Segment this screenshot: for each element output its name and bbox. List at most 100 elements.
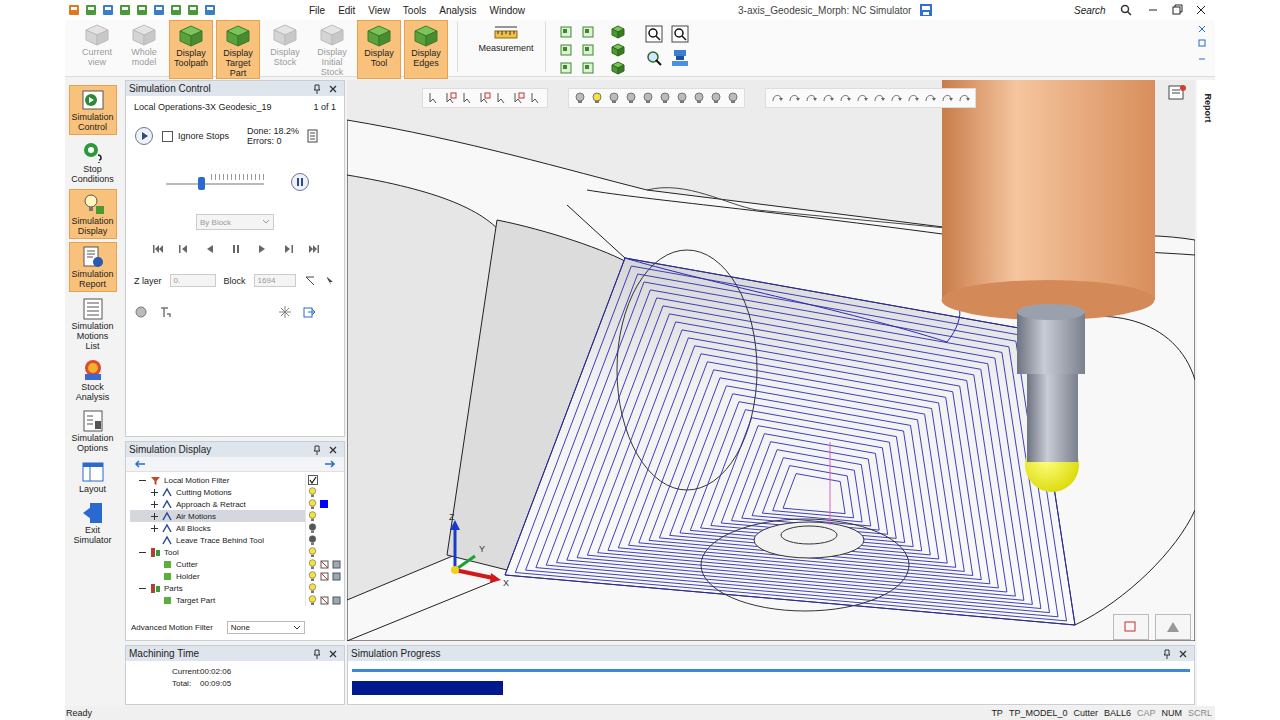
display-tool-icon[interactable]: [692, 91, 706, 105]
visibility-bulb-icon[interactable]: [308, 571, 317, 582]
report-side-tab[interactable]: Report: [1197, 80, 1215, 706]
view-cube-icon[interactable]: [580, 24, 596, 40]
view-tool-icon[interactable]: [957, 91, 971, 105]
first-icon[interactable]: [152, 244, 164, 254]
menu-item[interactable]: Analysis: [439, 5, 476, 16]
ribbon-close-icon[interactable]: [1197, 24, 1207, 34]
tree-row[interactable]: Leave Trace Behind Tool: [130, 534, 344, 546]
view-cube-icon[interactable]: [580, 42, 596, 58]
color-swatch[interactable]: [320, 500, 328, 508]
view-tool-icon[interactable]: [821, 91, 835, 105]
last-icon[interactable]: [308, 244, 320, 254]
visibility-bulb-icon[interactable]: [308, 595, 317, 606]
ribbon-button[interactable]: Display Target Part: [216, 20, 260, 79]
stack-cube-icon[interactable]: [610, 42, 626, 58]
view-cube-icon[interactable]: [558, 42, 574, 58]
tree-row[interactable]: Approach & Retract: [130, 498, 344, 510]
search-field[interactable]: Search: [1071, 3, 1135, 17]
expand-icon[interactable]: [150, 488, 159, 497]
sidebar-item[interactable]: Simulation Control: [69, 85, 117, 135]
layout-save-icon[interactable]: [919, 3, 933, 17]
quick-access-icon[interactable]: [203, 3, 217, 17]
visibility-bulb-icon[interactable]: [308, 535, 317, 546]
close-icon[interactable]: [328, 649, 338, 659]
pin-icon[interactable]: [312, 649, 322, 659]
display-tool-icon[interactable]: [658, 91, 672, 105]
previous-icon[interactable]: [178, 244, 190, 254]
minimize-icon[interactable]: [1143, 2, 1163, 18]
block-field[interactable]: 1694: [254, 274, 296, 287]
step-forward-icon[interactable]: [256, 244, 268, 254]
display-tool-icon[interactable]: [726, 91, 740, 105]
zoom-all-icon[interactable]: [670, 24, 690, 44]
render-mode-icon[interactable]: [320, 596, 329, 605]
visibility-bulb-icon[interactable]: [308, 583, 317, 594]
ribbon-restore-icon[interactable]: [1197, 38, 1207, 48]
transparency-icon[interactable]: [332, 572, 341, 581]
ignore-stops-checkbox[interactable]: Ignore Stops: [162, 131, 229, 142]
sidebar-item[interactable]: Simulation Report: [69, 242, 117, 292]
next-icon[interactable]: [282, 244, 294, 254]
ribbon-button[interactable]: Whole model: [122, 20, 166, 79]
quick-access-icon[interactable]: [152, 3, 166, 17]
visibility-bulb-icon[interactable]: [308, 499, 317, 510]
machine-icon[interactable]: [670, 48, 690, 68]
transparency-icon[interactable]: [332, 560, 341, 569]
view-tool-icon[interactable]: [889, 91, 903, 105]
display-tool-icon[interactable]: [675, 91, 689, 105]
select-tool-icon[interactable]: [495, 91, 509, 105]
tree-row[interactable]: Tool: [130, 546, 344, 558]
tree-row[interactable]: Parts: [130, 582, 344, 594]
visibility-bulb-icon[interactable]: [308, 511, 317, 522]
visibility-bulb-icon[interactable]: [308, 559, 317, 570]
ribbon-button[interactable]: Display Edges: [404, 20, 448, 79]
export-icon[interactable]: [302, 305, 316, 319]
menu-item[interactable]: File: [309, 5, 325, 16]
play-icon[interactable]: [134, 126, 154, 146]
select-tool-icon[interactable]: [461, 91, 475, 105]
tree-row[interactable]: All Blocks: [130, 522, 344, 534]
ribbon-minimize-icon[interactable]: [1197, 52, 1207, 62]
select-tool-icon[interactable]: [478, 91, 492, 105]
pause-small-icon[interactable]: [230, 244, 242, 254]
step-mode-dropdown[interactable]: By Block: [196, 214, 274, 230]
advanced-filter-dropdown[interactable]: None: [227, 621, 305, 634]
view-tool-icon[interactable]: [787, 91, 801, 105]
display-tool-icon[interactable]: [709, 91, 723, 105]
view-cube-icon[interactable]: [580, 60, 596, 76]
select-tool-icon[interactable]: [427, 91, 441, 105]
tree-row[interactable]: Air Motions: [130, 510, 344, 522]
pin-icon[interactable]: [312, 445, 322, 455]
viewport-settings-icon[interactable]: [1167, 83, 1189, 103]
display-tool-icon[interactable]: [641, 91, 655, 105]
tool-setting-icon[interactable]: [158, 305, 172, 319]
visibility-bulb-icon[interactable]: [308, 487, 317, 498]
collapse-icon[interactable]: [138, 584, 147, 593]
select-tool-icon[interactable]: [512, 91, 526, 105]
display-tool-icon[interactable]: [590, 91, 604, 105]
view-tool-icon[interactable]: [838, 91, 852, 105]
select-tool-icon[interactable]: [444, 91, 458, 105]
quick-access-icon[interactable]: [101, 3, 115, 17]
ribbon-button[interactable]: Display Tool: [357, 20, 401, 79]
report-doc-icon[interactable]: [307, 129, 319, 143]
measurement-button[interactable]: Measurement: [476, 20, 536, 68]
visibility-bulb-icon[interactable]: [308, 547, 317, 558]
filter-checkbox[interactable]: [308, 475, 318, 485]
transparency-icon[interactable]: [332, 596, 341, 605]
speed-slider-thumb[interactable]: [198, 177, 205, 190]
close-icon[interactable]: [328, 84, 338, 94]
view-tool-icon[interactable]: [872, 91, 886, 105]
3d-viewport[interactable]: ZYX: [347, 80, 1195, 641]
zoom-fit-icon[interactable]: [644, 48, 664, 68]
collapse-icon[interactable]: [138, 548, 147, 557]
sidebar-item[interactable]: Simulation Display: [69, 189, 117, 239]
pin-icon[interactable]: [1162, 649, 1172, 659]
quick-access-icon[interactable]: [169, 3, 183, 17]
expand-icon[interactable]: [150, 512, 159, 521]
view-tool-icon[interactable]: [906, 91, 920, 105]
simulation-scene[interactable]: ZYX: [347, 80, 1195, 641]
view-tool-icon[interactable]: [855, 91, 869, 105]
step-back-icon[interactable]: [204, 244, 216, 254]
checkbox-box[interactable]: [162, 131, 173, 142]
